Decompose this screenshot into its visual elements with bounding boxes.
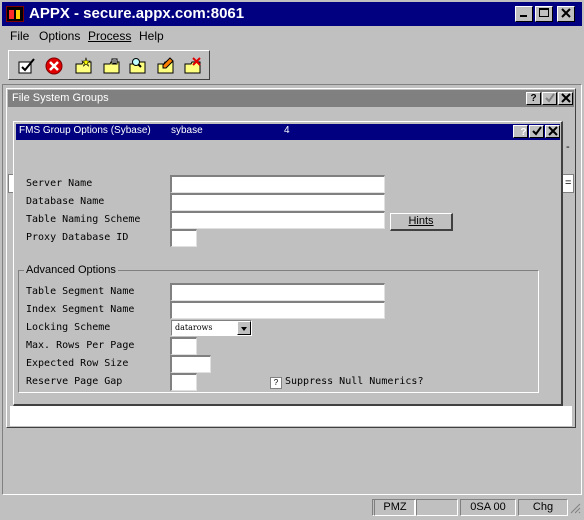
edit-icon[interactable] <box>156 56 176 76</box>
dialog-close-button[interactable] <box>545 125 560 138</box>
table-segment-name-input[interactable] <box>170 283 385 301</box>
maximize-icon <box>539 8 549 17</box>
database-name-input[interactable] <box>170 193 385 211</box>
proxy-database-id-label: Proxy Database ID <box>26 232 129 243</box>
app-title: APPX - secure.appx.com:8061 <box>29 5 245 22</box>
chevron-down-icon[interactable] <box>237 321 251 335</box>
menu-bar: File Options Process Help <box>2 27 582 46</box>
dialog-title-bar[interactable]: FMS Group Options (Sybase) sybase 4 ? <box>16 124 560 140</box>
appx-logo-icon <box>6 6 24 22</box>
new-icon[interactable] <box>74 56 94 76</box>
expected-row-size-label: Expected Row Size <box>26 358 129 369</box>
ok-icon[interactable] <box>17 56 37 76</box>
status-cell-pmz: PMZ <box>374 499 416 516</box>
locking-scheme-value: datarows <box>175 323 213 332</box>
menu-process[interactable]: Process <box>88 29 131 43</box>
server-name-input[interactable] <box>170 175 385 193</box>
minimize-button[interactable] <box>515 6 533 22</box>
child-ok-button[interactable] <box>542 92 557 105</box>
index-segment-name-input[interactable] <box>170 301 385 319</box>
minimize-icon <box>520 15 527 17</box>
max-rows-per-page-label: Max. Rows Per Page <box>26 340 135 351</box>
delete-icon[interactable] <box>183 56 203 76</box>
size-grip-icon[interactable] <box>569 502 581 514</box>
check-icon <box>544 93 555 103</box>
table-segment-name-label: Table Segment Name <box>26 286 135 297</box>
child-title-bar[interactable]: File System Groups ? <box>8 90 574 107</box>
close-icon <box>547 126 558 136</box>
child-help-button[interactable]: ? <box>526 92 541 105</box>
hints-button[interactable]: Hints <box>390 213 453 231</box>
maximize-button[interactable] <box>535 6 553 22</box>
close-button[interactable] <box>557 6 575 22</box>
dialog-title: FMS Group Options (Sybase) <box>19 125 151 136</box>
menu-file[interactable]: File <box>10 29 29 43</box>
status-cell-osa: 0SA 00 <box>460 499 516 516</box>
close-icon <box>560 93 571 103</box>
status-cell-chg: Chg <box>518 499 568 516</box>
dialog-title-value: sybase <box>171 125 203 136</box>
cancel-icon[interactable] <box>44 56 64 76</box>
reserve-page-gap-label: Reserve Page Gap <box>26 376 123 387</box>
equals-mark: = <box>565 177 572 189</box>
toolbar <box>8 50 210 80</box>
server-name-label: Server Name <box>26 178 93 189</box>
dialog-ok-button[interactable] <box>529 125 544 138</box>
dash-mark: - <box>566 141 570 153</box>
proxy-database-id-input[interactable] <box>170 229 197 247</box>
table-naming-scheme-input[interactable] <box>170 211 385 229</box>
dialog-title-number: 4 <box>284 125 290 136</box>
menu-options[interactable]: Options <box>39 29 80 43</box>
help-icon: ? <box>530 93 537 104</box>
find-icon[interactable] <box>128 56 148 76</box>
hints-button-label: Hints <box>408 215 434 227</box>
index-segment-name-label: Index Segment Name <box>26 304 135 315</box>
reserve-page-gap-input[interactable] <box>170 373 197 391</box>
table-naming-scheme-label: Table Naming Scheme <box>26 214 141 225</box>
advanced-options-label: Advanced Options <box>24 264 118 276</box>
suppress-null-numerics-checkbox[interactable]: ? <box>270 377 282 389</box>
max-rows-per-page-input[interactable] <box>170 337 197 355</box>
child-window-body <box>10 406 572 426</box>
child-window-title: File System Groups <box>12 92 109 104</box>
status-cell-3 <box>416 499 458 516</box>
expected-row-size-input[interactable] <box>170 355 211 373</box>
suppress-null-numerics-label: Suppress Null Numerics? <box>285 376 424 387</box>
help-icon: ? <box>520 127 527 138</box>
app-title-bar[interactable]: APPX - secure.appx.com:8061 <box>2 2 582 26</box>
database-name-label: Database Name <box>26 196 105 207</box>
close-icon <box>561 8 571 18</box>
dialog-help-button[interactable]: ? <box>513 125 528 138</box>
child-close-button[interactable] <box>558 92 573 105</box>
check-icon <box>531 126 542 136</box>
status-bar: PMZ 0SA 00 Chg <box>2 497 582 518</box>
menu-help[interactable]: Help <box>139 29 164 43</box>
open-icon[interactable] <box>102 56 122 76</box>
locking-scheme-select[interactable]: datarows <box>171 320 252 336</box>
locking-scheme-label: Locking Scheme <box>26 322 111 333</box>
